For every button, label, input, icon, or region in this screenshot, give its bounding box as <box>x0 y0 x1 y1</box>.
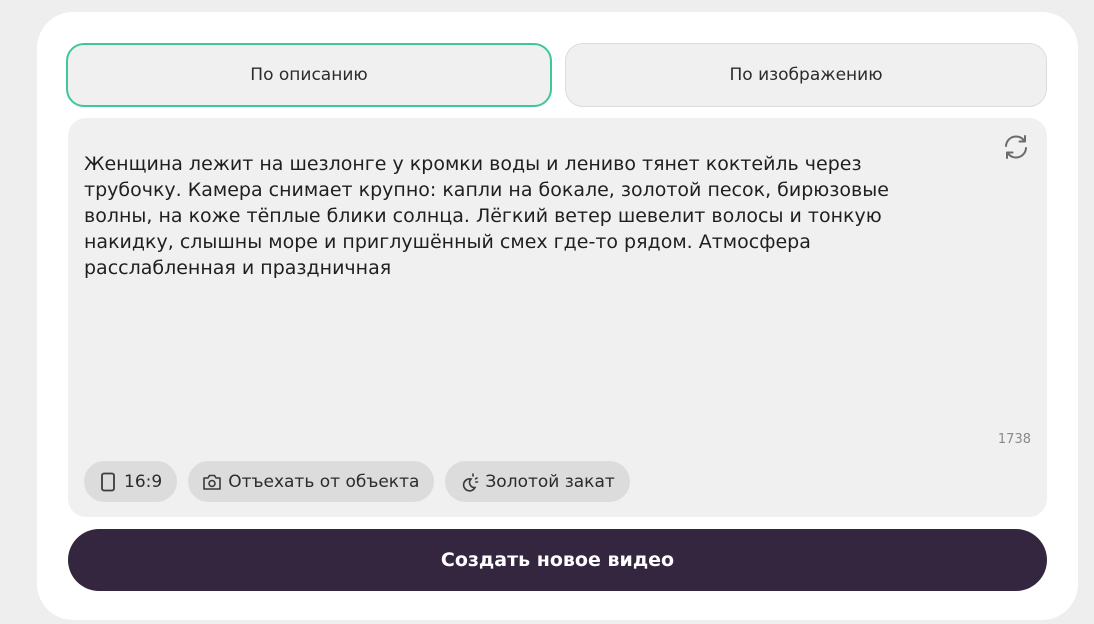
camera-motion-chip[interactable]: Отъехать от объекта <box>188 461 435 502</box>
tab-label: По изображению <box>729 65 883 85</box>
camera-rotate-icon <box>202 472 222 492</box>
sunset-icon <box>459 472 479 492</box>
refresh-icon[interactable] <box>1001 132 1031 162</box>
char-counter: 1738 <box>997 432 1031 447</box>
aspect-ratio-chip[interactable]: 16:9 <box>84 461 178 502</box>
style-chip[interactable]: Золотой закат <box>445 461 630 502</box>
video-generator-card: По описанию По изображению Женщина лежит… <box>37 12 1078 620</box>
tab-by-description[interactable]: По описанию <box>66 43 552 107</box>
prompt-options: 16:9 Отъехать от объекта Золотой закат <box>84 461 630 502</box>
tab-by-image[interactable]: По изображению <box>565 43 1047 107</box>
chip-label: Золотой закат <box>485 471 615 492</box>
prompt-textarea[interactable]: Женщина лежит на шезлонге у кромки воды … <box>84 151 924 281</box>
tab-label: По описанию <box>250 65 368 85</box>
chip-label: 16:9 <box>124 471 163 492</box>
chip-label: Отъехать от объекта <box>228 471 420 492</box>
create-video-label: Создать новое видео <box>440 549 675 571</box>
create-video-button[interactable]: Создать новое видео <box>68 529 1047 591</box>
prompt-editor: Женщина лежит на шезлонге у кромки воды … <box>68 118 1047 517</box>
phone-portrait-icon <box>98 472 118 492</box>
